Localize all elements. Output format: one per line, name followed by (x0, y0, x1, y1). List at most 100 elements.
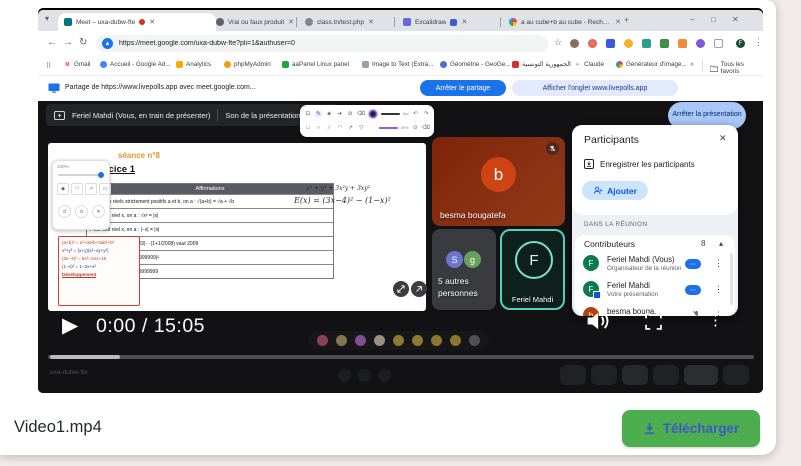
tab-close-icon[interactable]: ✕ (149, 18, 155, 26)
extension-icon[interactable] (642, 39, 651, 48)
delete-tool-icon[interactable]: ⌫ (357, 111, 365, 117)
reaction-wow-icon[interactable] (412, 335, 423, 346)
panel-close-icon[interactable]: ✕ (719, 133, 727, 144)
expand-button[interactable] (393, 281, 409, 297)
forward-icon[interactable]: → (63, 37, 73, 48)
bookmark-claude[interactable]: ✳ Claude (574, 61, 604, 68)
extension-icon[interactable] (624, 39, 633, 48)
open-button[interactable] (411, 281, 427, 297)
reload-icon[interactable]: ↻ (79, 37, 87, 48)
bookmark-image-generator[interactable]: Générateur d'image... (616, 61, 687, 68)
play-button[interactable]: ▶ (62, 313, 78, 338)
video-player[interactable]: ▾ Meet – uxa-dubw-fte ✕ Vrai ou faux pro… (38, 8, 763, 393)
pen-tool-icon[interactable]: ✎ (315, 111, 323, 117)
trash-icon[interactable]: ⌫ (422, 125, 430, 131)
bookmark-geogebra[interactable]: Géométrie - GeoGe... (440, 61, 511, 68)
size-slider[interactable] (58, 174, 102, 176)
progress-bar[interactable] (48, 355, 754, 359)
extension-icon[interactable] (660, 39, 669, 48)
curve-tool-icon[interactable]: ◠ (336, 125, 344, 131)
tab-vrai-ou-faux[interactable]: Vrai ou faux produit ✕ (210, 13, 304, 31)
tab-class-tn[interactable]: class.tn/test.php ✕ (299, 13, 403, 31)
eraser-tool-icon[interactable]: ⊘ (347, 111, 355, 117)
polygon-tool-icon[interactable]: ▽ (357, 125, 365, 131)
back-icon[interactable]: ← (47, 37, 57, 48)
annotation-toolbar[interactable]: ⊡ ✎ ◈ ➔ ⊘ ⌫ 5px ↶ ↷ □ ○ ∕ ◠ ↗ ▽ (300, 105, 434, 137)
highlighter-tool-icon[interactable]: ◈ (325, 111, 333, 117)
tool-button[interactable]: ▭ (99, 183, 111, 195)
download-button[interactable]: Télécharger (622, 410, 760, 447)
tab-meet[interactable]: Meet – uxa-dubw-fte ✕ (58, 13, 216, 31)
bookmark-image-to-text[interactable]: Image to Text (Extra... (362, 61, 433, 68)
shared-whiteboard[interactable]: séance n°8 Exercice 1 Affirmations Pour … (48, 143, 426, 311)
arrow2-tool-icon[interactable]: ↗ (347, 125, 355, 131)
reaction-thumbs-up-icon[interactable] (336, 335, 347, 346)
participant-tile-others[interactable]: S g 5 autres personnes (432, 229, 496, 310)
stroke-size-slider[interactable] (381, 113, 400, 115)
collapse-icon[interactable]: ▴ (719, 239, 723, 248)
extension-icon[interactable] (588, 39, 597, 48)
window-minimize-button[interactable]: – (690, 15, 694, 24)
row-menu-icon[interactable]: ⋮ (714, 258, 723, 269)
tab-close-icon[interactable]: ✕ (288, 18, 294, 26)
reaction-thinking-icon[interactable] (450, 335, 461, 346)
undo-icon[interactable]: ↺ (58, 205, 71, 218)
bookmark-tunisia[interactable]: الجمهورية التونسية (512, 61, 571, 68)
bookmark-all-favorites[interactable]: Tous les favoris (710, 61, 763, 75)
select-tool-icon[interactable]: ⊡ (304, 111, 312, 117)
participant-row[interactable]: F Feriel Mahdi (Vous) Organisateur de la… (575, 251, 735, 277)
participant-row[interactable]: F Feriel Mahdi Votre présentation ⋯ ⋮ (575, 277, 735, 303)
tab-close-icon[interactable]: ✕ (368, 18, 374, 26)
extension-icon[interactable] (696, 39, 705, 48)
reaction-cry-icon[interactable] (431, 335, 442, 346)
tool-button[interactable]: ◠ (71, 183, 83, 195)
redo-icon[interactable]: ↷ (422, 111, 430, 117)
tab-search-icon[interactable]: ▾ (45, 14, 49, 23)
row-menu-icon[interactable]: ⋮ (714, 284, 723, 295)
fullscreen-icon[interactable] (645, 313, 662, 330)
participant-tile-feriel[interactable]: F Feriel Mahdi (500, 229, 565, 310)
site-info-icon[interactable]: ▲ (102, 38, 113, 49)
whiteboard-tool-panel[interactable]: 100% ◆ ◠ ↗ ▭ ↺ ⊙ ✕ (52, 160, 110, 230)
reaction-laugh-icon[interactable] (393, 335, 404, 346)
browser-menu-icon[interactable]: ⋮ (754, 37, 763, 48)
window-close-button[interactable]: ✕ (732, 15, 739, 24)
extensions-puzzle-icon[interactable] (714, 39, 723, 48)
tab-google-search[interactable]: a au cube+b au cube - Recherch ✕ (503, 13, 627, 31)
panel-scrollbar[interactable] (730, 253, 733, 305)
new-tab-button[interactable]: + (624, 15, 629, 25)
omnibox[interactable]: ▲ https://meet.google.com/uxa-dubw-fte?p… (96, 35, 548, 52)
opacity-slider[interactable] (379, 127, 398, 129)
arrow-tool-icon[interactable]: ➔ (336, 111, 344, 117)
participant-tile-besma[interactable]: b besma bougatefa (432, 137, 565, 226)
record-participants-row[interactable]: Enregistrer les participants (584, 159, 695, 169)
bookmarks-overflow-icon[interactable]: » (690, 61, 694, 68)
bookmark-analytics[interactable]: Analytics (176, 61, 211, 68)
bookmark-star-icon[interactable]: ☆ (554, 37, 562, 48)
profile-avatar[interactable]: F (736, 39, 745, 48)
reaction-clap-icon[interactable] (374, 335, 385, 346)
line-tool-icon[interactable]: ∕ (325, 125, 333, 131)
tool-button[interactable]: ↗ (85, 183, 97, 195)
color-picker[interactable] (368, 109, 378, 119)
bookmark-gmail[interactable]: M Gmail (64, 61, 90, 68)
undo-icon[interactable]: ↶ (412, 111, 420, 117)
add-people-button[interactable]: Ajouter (582, 181, 648, 200)
rect-tool-icon[interactable]: □ (304, 125, 312, 131)
tool-button[interactable]: ◆ (57, 183, 69, 195)
show-shared-tab-button[interactable]: Afficher l'onglet www.livepolls.app (512, 80, 678, 96)
reaction-heart-icon[interactable] (317, 335, 328, 346)
extension-icon[interactable] (570, 39, 579, 48)
target-icon[interactable]: ⊙ (75, 205, 88, 218)
tab-excalidraw[interactable]: Excalidraw ✕ (397, 13, 509, 31)
window-maximize-button[interactable]: □ (711, 15, 716, 24)
apps-grid-icon[interactable]: ⠿ (46, 62, 51, 70)
visibility-icon[interactable]: ⊙ (412, 125, 420, 131)
extension-icon[interactable] (606, 39, 615, 48)
stop-sharing-button[interactable]: Arrêter le partage (420, 80, 506, 96)
volume-icon[interactable] (583, 307, 611, 335)
tab-close-icon[interactable]: ✕ (615, 18, 621, 26)
player-menu-icon[interactable]: ⋮ (708, 311, 723, 329)
tab-close-icon[interactable]: ✕ (461, 18, 467, 26)
clear-icon[interactable]: ✕ (92, 205, 105, 218)
